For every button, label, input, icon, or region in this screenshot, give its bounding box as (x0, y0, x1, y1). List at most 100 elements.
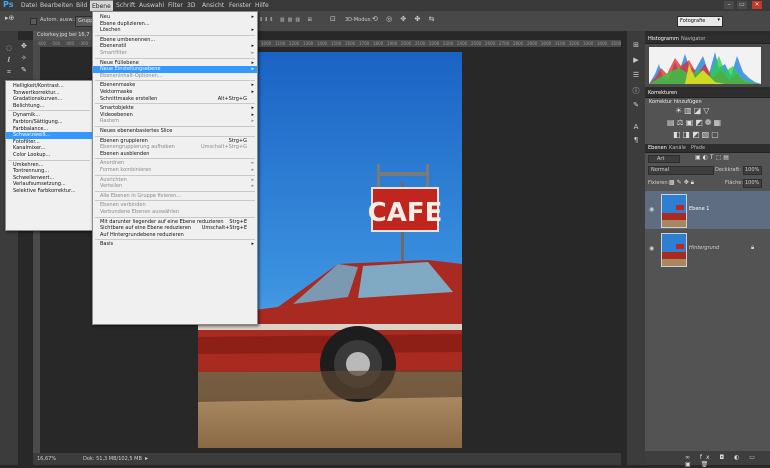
marquee-tool-icon[interactable]: ◌ (3, 44, 15, 54)
brush-icon[interactable]: ✎ (631, 101, 641, 110)
adjust-menu-item-belichtung[interactable]: Belichtung... (6, 103, 92, 110)
eye-icon[interactable]: ◉ (649, 206, 654, 213)
menu-item-label: Auf Hintergrundebene reduzieren (100, 231, 184, 238)
menu-ansicht[interactable]: Ansicht (202, 2, 224, 9)
blend-mode-dropdown[interactable]: Normal (648, 166, 714, 175)
ebene-menu-item-ebenen-ausblenden[interactable]: Ebenen ausblenden (93, 151, 257, 158)
workspace-dropdown[interactable]: Fotografie ▾ (677, 16, 723, 27)
ebene-menu-item-verteilen[interactable]: Verteilen ▸ (93, 183, 257, 190)
menu-schrift[interactable]: Schrift (116, 2, 135, 9)
ebene-menu-item-formen-kombinieren[interactable]: Formen kombinieren ▸ (93, 167, 257, 174)
fill-field[interactable]: 100% (743, 179, 762, 188)
eyedropper-tool-icon[interactable]: ✎ (21, 66, 27, 74)
ebene-menu-item-alle-ebenen-in-gruppe-fixieren[interactable]: Alle Ebenen in Gruppe fixieren... (93, 193, 257, 200)
menu-3d[interactable]: 3D (187, 2, 195, 9)
layer-footer-icons[interactable]: ∞ fx ◘ ◐ ▭ ▣ 🗑︎ (685, 454, 770, 468)
lock-icons[interactable]: ▩✎✥🔒︎ (669, 179, 696, 187)
zoom-level[interactable]: 16,67% (37, 456, 56, 462)
thumbnail-image (662, 195, 686, 227)
menu-separator (8, 110, 90, 112)
adjust-icons-row3[interactable]: ◧◨◩▧▢ (673, 130, 721, 139)
tab-pfade[interactable]: Pfade (691, 145, 705, 151)
ruler-tick-label: 3300 (583, 41, 594, 46)
ebene-menu-item-smartfilter[interactable]: Smartfilter ▸ (93, 50, 257, 57)
ruler-tick-label: 1300 (303, 41, 314, 46)
menu-item-label: Ebenenmaske (100, 82, 136, 89)
move-tool-icon[interactable]: ✥ (21, 42, 27, 50)
menu-filter[interactable]: Filter (168, 2, 183, 9)
maximize-icon[interactable]: ▭ (737, 1, 747, 9)
layer-filter-icons[interactable]: ▣◐T⬚▤ (695, 154, 731, 161)
auto-select-checkbox[interactable] (30, 18, 37, 25)
ebene-menu-item-auf-hintergrundebene-reduzieren[interactable]: Auf Hintergrundebene reduzieren (93, 232, 257, 239)
ruler-tick-label: -500 (51, 41, 61, 46)
tab-ebenen[interactable]: Ebenen (648, 145, 667, 151)
minimize-icon[interactable]: – (724, 1, 734, 9)
layer-filter-dropdown[interactable]: Art (648, 155, 680, 163)
menu-item-label: Ebene umbenennen... (100, 36, 156, 43)
menu-item-label: Ausrichten (100, 176, 127, 183)
adjust-icons-row1[interactable]: ☀▥◪▽ (675, 106, 711, 115)
opacity-field[interactable]: 100% (743, 166, 762, 175)
adjust-menu-item-color-lookup[interactable]: Color Lookup... (6, 152, 92, 159)
ebene-menu-item-rastern[interactable]: Rastern ▸ (93, 118, 257, 125)
info-icon[interactable]: ⓘ (631, 86, 641, 95)
ebene-menu-item-basis[interactable]: Basis ▸ (93, 241, 257, 248)
ruler-tick-label: 3100 (555, 41, 566, 46)
align-icons[interactable]: ⫴⫴⫴ ▥▥▥ ⊞ (260, 17, 315, 23)
menu-item-label: Farbton/Sättigung... (13, 119, 63, 125)
ebene-menu-item-löschen[interactable]: Löschen ▸ (93, 27, 257, 34)
lasso-tool-icon[interactable]: ℓ (3, 56, 15, 66)
layer-row[interactable]: ◉ Ebene 1 (645, 191, 770, 229)
tab-histogramm[interactable]: Histogramm (648, 36, 679, 42)
tab-korrekturen[interactable]: Korrekturen (648, 90, 677, 96)
menu-item-label: Verbundene Ebenen auswählen (100, 209, 179, 215)
menu-hilfe[interactable]: Hilfe (255, 2, 269, 9)
move-tool-icon[interactable]: ▸⊕ (5, 14, 14, 22)
transform-controls-icon[interactable]: ⊡ (330, 15, 336, 23)
ruler-tick-label: 1700 (359, 41, 370, 46)
menu-item-label: Neues ebenenbasiertes Slice (100, 128, 173, 134)
character-icon[interactable]: A (631, 123, 641, 132)
menu-datei[interactable]: Datei (21, 2, 37, 9)
menu-item-label: Gradationskurven... (13, 96, 63, 103)
histogram-graph (649, 47, 761, 84)
tab-kanaele[interactable]: Kanäle (669, 145, 686, 151)
eye-icon[interactable]: ◉ (649, 245, 654, 252)
actions-icon[interactable]: ▶ (631, 56, 641, 65)
crop-tool-icon[interactable]: ⌗ (3, 68, 15, 78)
adjust-menu-item-selektive-farbkorrektur[interactable]: Selektive Farbkorrektur... (6, 188, 92, 195)
menu-bild[interactable]: Bild (76, 2, 87, 9)
ruler-tick-label: 1100 (275, 41, 286, 46)
menu-item-label: Videoebenen (100, 111, 133, 118)
layer-name[interactable]: Ebene 1 (689, 206, 709, 212)
status-arrow-icon[interactable]: ▸ (145, 455, 148, 462)
tab-navigator[interactable]: Navigator (681, 36, 705, 42)
menu-separator (95, 200, 255, 202)
close-icon[interactable]: ✕ (752, 1, 762, 9)
opacity-value: 100% (745, 167, 760, 173)
ebene-menu-item-neues-ebenenbasiertes-slice[interactable]: Neues ebenenbasiertes Slice (93, 128, 257, 135)
3d-tools-icons[interactable]: ⟲ ◎ ✥ ✤ ⇆ (372, 15, 437, 23)
history-icon[interactable]: ⊞ (631, 41, 641, 50)
paragraph-icon[interactable]: ¶ (631, 136, 641, 145)
ebene-menu-item-verbundene-ebenen-auswählen[interactable]: Verbundene Ebenen auswählen (93, 209, 257, 216)
properties-icon[interactable]: ☰ (631, 71, 641, 80)
wand-tool-icon[interactable]: ✧ (21, 54, 27, 62)
menu-item-label: Selektive Farbkorrektur... (13, 188, 76, 194)
ebene-menu-item-ebeneninhalt-optionen[interactable]: Ebeneninhalt-Optionen... (93, 73, 257, 80)
layer-row[interactable]: ◉ Hintergrund 🔒︎ (645, 230, 770, 268)
document-title: Colorkey.jpg bei 16,7 (37, 32, 90, 38)
menu-fenster[interactable]: Fenster (229, 2, 251, 9)
ebene-menu-item-schnittmaske-erstellen[interactable]: Schnittmaske erstellen Alt+Strg+G (93, 96, 257, 103)
menu-bearbeiten[interactable]: Bearbeiten (40, 2, 73, 9)
right-panels: Histogramm Navigator Korrekturen Korrekt… (645, 31, 770, 468)
ruler-tick-label: 2100 (415, 41, 426, 46)
layer-name[interactable]: Hintergrund (689, 245, 719, 251)
ebene-menu: Neu ▸ Ebene duplizieren... Löschen ▸ Ebene um… (92, 11, 258, 325)
adjust-icons-row2[interactable]: ▤⚖▣◩❁▦ (667, 118, 723, 127)
menu-auswahl[interactable]: Auswahl (139, 2, 164, 9)
ruler-tick-label: 1500 (331, 41, 342, 46)
ruler-tick-label: -600 (37, 41, 47, 46)
submenu-arrow-icon: ▸ (251, 27, 254, 34)
